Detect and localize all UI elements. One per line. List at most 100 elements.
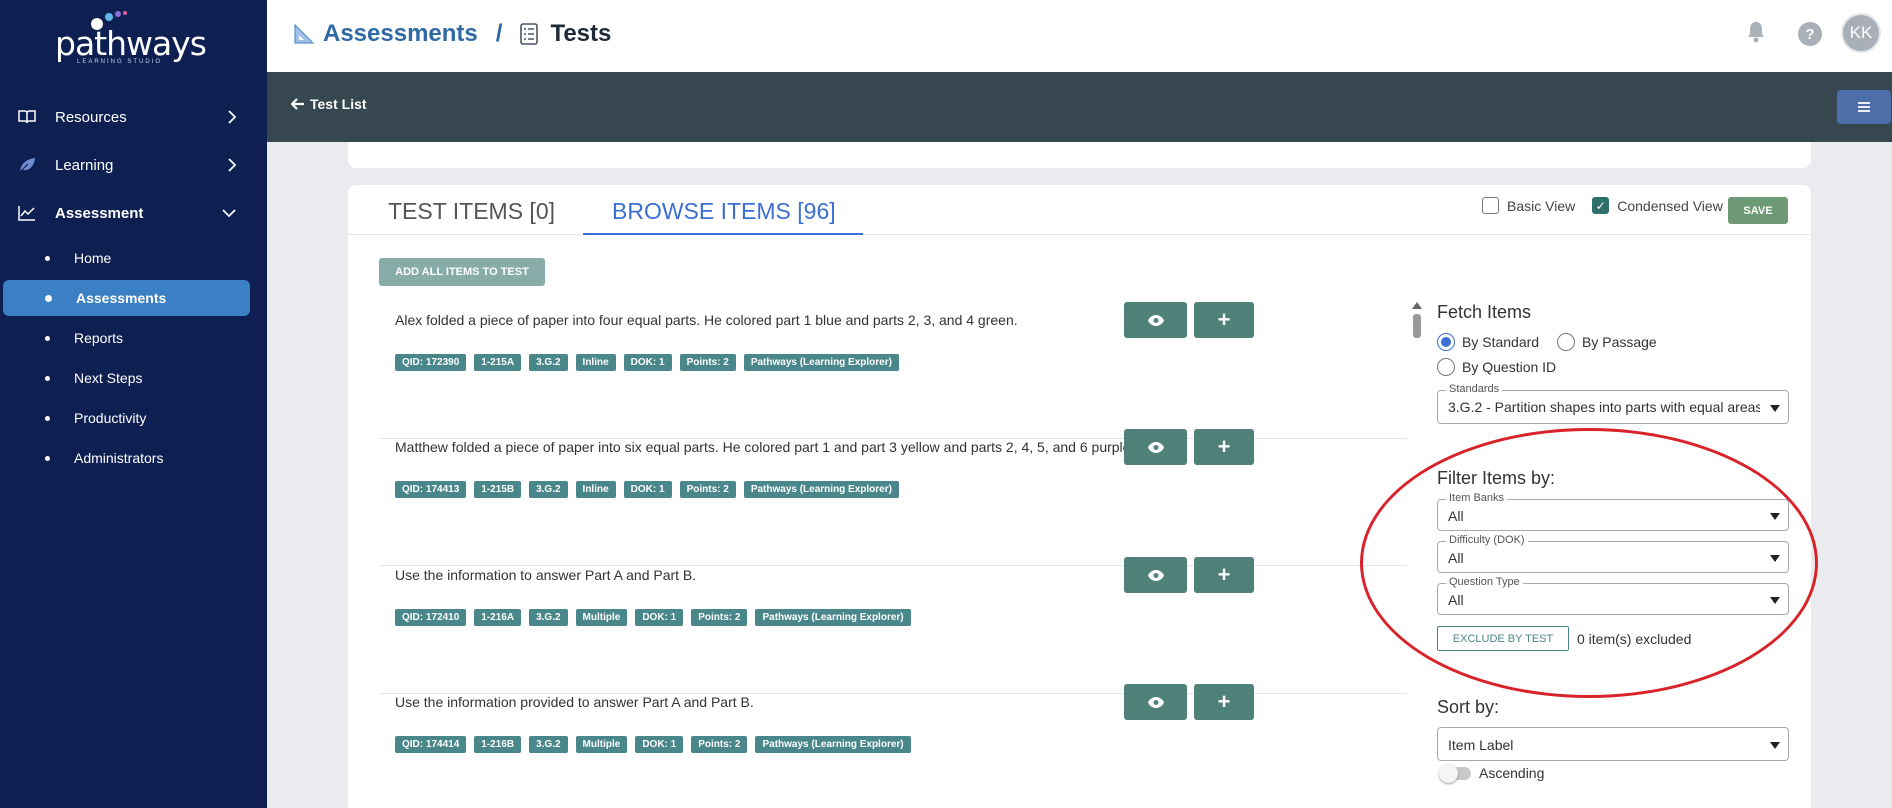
tag-type: Multiple <box>575 736 628 753</box>
add-item-button[interactable]: + <box>1194 684 1254 720</box>
basic-view-checkbox[interactable] <box>1482 197 1499 214</box>
condensed-view-label: Condensed View <box>1617 197 1723 214</box>
sidebar-item-resources[interactable]: Resources <box>0 97 267 137</box>
sidebar-item-label: Resources <box>55 108 127 126</box>
scrollbar-thumb[interactable] <box>1413 314 1421 338</box>
tag-label: 1-216A <box>474 609 522 626</box>
add-all-items-button[interactable]: ADD ALL ITEMS TO TEST <box>379 258 545 286</box>
radio-icon <box>1437 358 1455 376</box>
sort-value: Item Label <box>1448 737 1514 753</box>
difficulty-label: Difficulty (DOK) <box>1446 534 1528 546</box>
filter-items-title: Filter Items by: <box>1437 468 1556 488</box>
help-icon[interactable]: ? <box>1798 22 1822 46</box>
tab-browse-items[interactable]: BROWSE ITEMS [96] <box>583 198 863 235</box>
condensed-view-checkbox[interactable]: ✓ <box>1592 197 1610 214</box>
tag-dok: DOK: 1 <box>635 609 684 626</box>
question-type-value: All <box>1448 592 1464 608</box>
save-button[interactable]: SAVE <box>1728 197 1788 224</box>
pathways-logo[interactable]: pathways LEARNING STUDIO <box>55 10 207 65</box>
standards-select[interactable]: Standards 3.G.2 - Partition shapes into … <box>1437 383 1789 424</box>
question-type-select[interactable]: Question Type All <box>1437 576 1789 615</box>
tag-dok: DOK: 1 <box>623 354 672 371</box>
sidebar-item-learning[interactable]: Learning <box>0 145 267 185</box>
ascending-label: Ascending <box>1479 765 1545 781</box>
fetch-items-title: Fetch Items <box>1437 302 1532 322</box>
items-scrollbar[interactable] <box>1412 302 1422 808</box>
bullet-icon <box>45 335 50 341</box>
bell-icon[interactable] <box>1746 21 1766 43</box>
preview-item-button[interactable] <box>1124 684 1187 720</box>
item-text: Use the information provided to answer P… <box>395 694 754 710</box>
sidebar-subitem-assessments[interactable]: Assessments <box>3 280 250 316</box>
basic-view-label: Basic View <box>1507 197 1576 214</box>
difficulty-select[interactable]: Difficulty (DOK) All <box>1437 534 1789 573</box>
checklist-icon <box>520 23 539 45</box>
sidebar-subitem-administrators[interactable]: Administrators <box>0 440 267 476</box>
tag-dok: DOK: 1 <box>623 481 672 498</box>
preview-item-button[interactable] <box>1124 429 1187 465</box>
tag-qid: QID: 172390 <box>395 354 467 371</box>
item-row: Matthew folded a piece of paper into six… <box>379 429 1407 566</box>
eye-icon <box>1147 441 1164 453</box>
scroll-up-icon[interactable] <box>1412 302 1422 309</box>
sort-by-title: Sort by: <box>1437 697 1500 717</box>
tag-bank: Pathways (Learning Explorer) <box>755 736 911 753</box>
item-text: Alex folded a piece of paper into four e… <box>395 312 1018 328</box>
sidebar-item-label: Learning <box>55 156 114 174</box>
menu-button[interactable] <box>1837 90 1891 124</box>
item-banks-select[interactable]: Item Banks All <box>1437 492 1789 531</box>
eye-icon <box>1147 569 1164 581</box>
exclude-by-test-button[interactable]: EXCLUDE BY TEST <box>1437 626 1569 651</box>
plus-icon: + <box>1217 562 1231 587</box>
by-question-id-radio[interactable]: By Question ID <box>1437 358 1556 376</box>
plus-icon: + <box>1217 307 1231 332</box>
chart-line-icon <box>17 205 37 221</box>
add-item-button[interactable]: + <box>1194 429 1254 465</box>
arrow-left-icon <box>291 98 304 110</box>
tag-type: Inline <box>575 354 616 371</box>
tag-qid: QID: 174414 <box>395 736 467 753</box>
tag-label: 1-215A <box>474 354 522 371</box>
chevron-right-icon <box>228 158 237 172</box>
breadcrumb-separator: / <box>495 20 503 47</box>
tag-label: 1-216B <box>474 736 522 753</box>
add-item-button[interactable]: + <box>1194 557 1254 593</box>
tabs-bar: TEST ITEMS [0] BROWSE ITEMS [96] Basic V… <box>348 185 1811 235</box>
breadcrumb-assessments[interactable]: Assessments <box>323 20 478 48</box>
excluded-count: 0 item(s) excluded <box>1577 631 1692 647</box>
logo-subtitle: LEARNING STUDIO <box>77 59 163 65</box>
tag-label: 1-215B <box>474 481 522 498</box>
sidebar-subitem-reports[interactable]: Reports <box>0 320 267 356</box>
question-type-label: Question Type <box>1446 576 1523 588</box>
sidebar-item-label: Assessment <box>55 204 144 222</box>
preview-item-button[interactable] <box>1124 557 1187 593</box>
sidebar-subitem-next-steps[interactable]: Next Steps <box>0 360 267 396</box>
chevron-down-icon <box>222 209 236 218</box>
preview-item-button[interactable] <box>1124 302 1187 338</box>
eye-icon <box>1147 696 1164 708</box>
tag-bank: Pathways (Learning Explorer) <box>755 609 911 626</box>
sort-select[interactable]: Item Label <box>1437 727 1789 761</box>
caret-down-icon <box>1770 597 1780 604</box>
view-options: Basic View ✓ Condensed View <box>1482 197 1723 214</box>
sidebar-subitem-home[interactable]: Home <box>0 240 267 276</box>
tag-bank: Pathways (Learning Explorer) <box>743 481 899 498</box>
sidebar-subitem-label: Administrators <box>74 450 164 466</box>
sidebar-subitem-label: Assessments <box>76 290 167 306</box>
by-standard-radio[interactable]: By Standard <box>1437 333 1539 351</box>
tag-type: Multiple <box>575 609 628 626</box>
tag-points: Points: 2 <box>691 609 748 626</box>
sidebar-subitem-label: Home <box>74 250 112 266</box>
sidebar-item-assessment[interactable]: Assessment <box>0 193 267 233</box>
sidebar-subitem-productivity[interactable]: Productivity <box>0 400 267 436</box>
test-list-label: Test List <box>310 96 367 112</box>
by-passage-radio[interactable]: By Passage <box>1557 333 1657 351</box>
avatar[interactable]: KK <box>1841 13 1881 53</box>
caret-down-icon <box>1770 742 1780 749</box>
tab-test-items[interactable]: TEST ITEMS [0] <box>388 198 555 235</box>
add-item-button[interactable]: + <box>1194 302 1254 338</box>
bullet-icon <box>45 415 50 421</box>
ascending-toggle[interactable] <box>1439 764 1471 783</box>
test-list-link[interactable]: Test List <box>291 96 367 112</box>
item-row: Use the information provided to answer P… <box>379 684 1407 808</box>
